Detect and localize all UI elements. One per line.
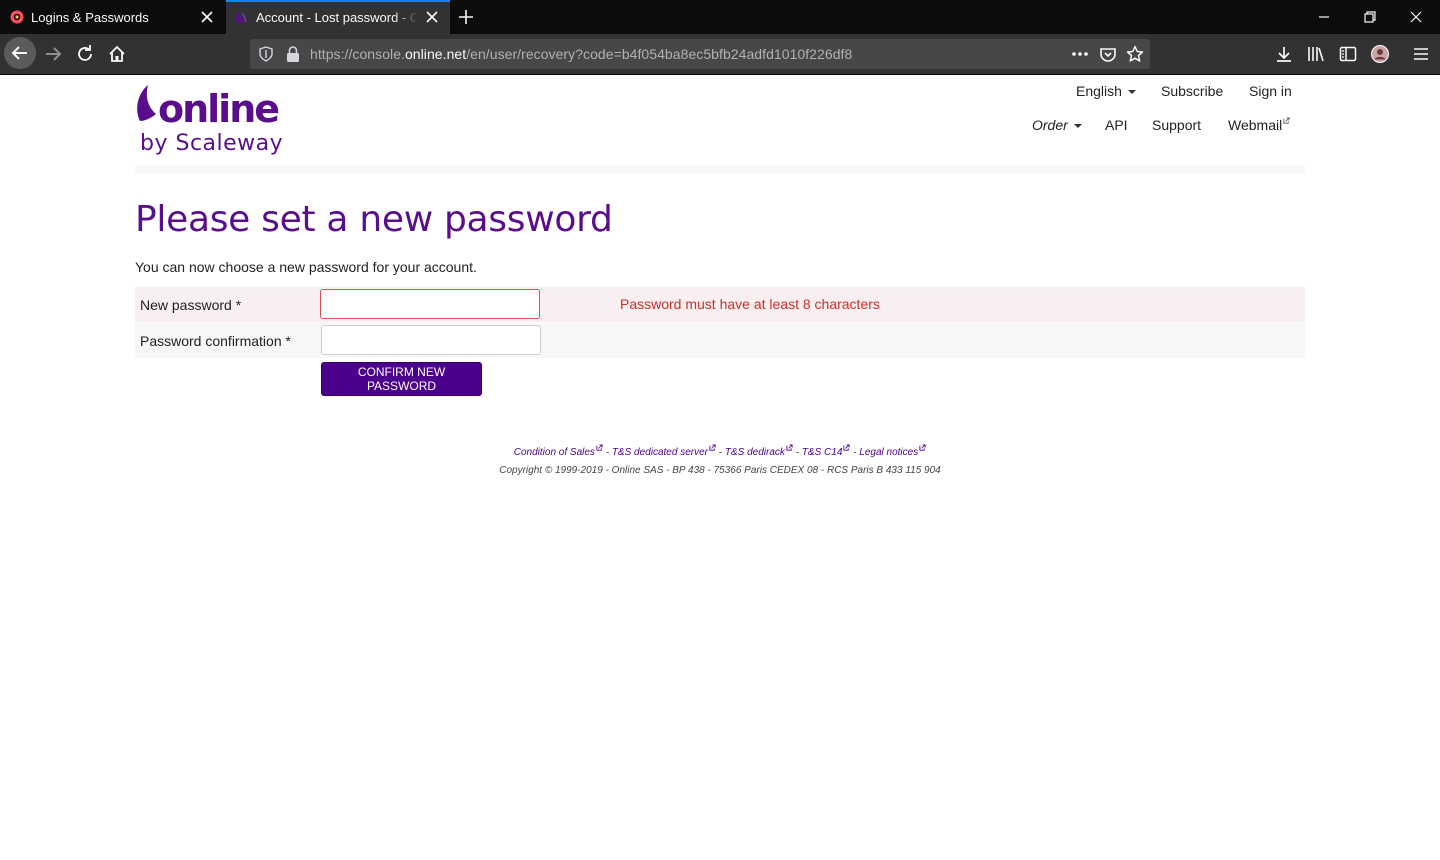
tab-lost-password[interactable]: Account - Lost password - Online <box>226 0 450 34</box>
pocket-icon[interactable] <box>1099 46 1117 64</box>
external-link-icon <box>786 444 793 451</box>
api-link[interactable]: API <box>1105 117 1128 133</box>
footer-link-ts-c14[interactable]: T&S C14 <box>802 444 851 458</box>
logo-subtitle: by Scaleway <box>140 131 283 156</box>
footer-link-condition-of-sales[interactable]: Condition of Sales <box>514 444 603 458</box>
footer-separator: - <box>602 447 612 459</box>
password-confirmation-row: Password confirmation * <box>135 323 1305 358</box>
page-content: online by Scaleway English Subscribe Sig… <box>0 75 1440 860</box>
forward-icon[interactable] <box>38 39 68 69</box>
tab-title: Logins & Passwords <box>31 10 149 25</box>
restore-icon[interactable] <box>1360 7 1380 27</box>
webmail-link[interactable]: Webmail <box>1228 117 1290 133</box>
reload-icon[interactable] <box>70 39 100 69</box>
new-password-input[interactable] <box>320 289 540 319</box>
language-dropdown[interactable]: English <box>1076 83 1136 99</box>
caret-down-icon <box>1073 124 1082 129</box>
footer-separator: - <box>716 447 725 459</box>
close-tab-icon[interactable] <box>424 9 440 25</box>
sign-in-link[interactable]: Sign in <box>1249 83 1292 99</box>
order-dropdown[interactable]: Order <box>1032 117 1082 133</box>
url-text[interactable]: https://console.online.net/en/user/recov… <box>310 46 852 62</box>
footer-link-ts-dedirack[interactable]: T&S dedirack <box>725 444 793 458</box>
more-icon[interactable] <box>1070 46 1090 62</box>
copyright-text: Copyright © 1999-2019 - Online SAS - BP … <box>499 465 941 476</box>
star-icon[interactable] <box>1126 45 1144 63</box>
header-divider <box>135 165 1305 173</box>
online-favicon-icon <box>236 11 247 23</box>
menu-icon[interactable] <box>1411 44 1431 64</box>
close-tab-icon[interactable] <box>199 9 215 25</box>
footer-separator: - <box>792 447 802 459</box>
footer-separator: - <box>850 447 860 459</box>
close-window-icon[interactable] <box>1406 7 1426 27</box>
shield-icon[interactable] <box>258 46 274 62</box>
lockwise-icon <box>10 10 24 24</box>
password-confirmation-label: Password confirmation * <box>140 333 291 349</box>
logo-wordmark: online <box>158 87 278 131</box>
navigation-toolbar: https://console.online.net/en/user/recov… <box>0 34 1440 75</box>
library-icon[interactable] <box>1306 44 1326 64</box>
new-password-row: New password * Password must have at lea… <box>135 287 1305 322</box>
footer-link-legal-notices[interactable]: Legal notices <box>859 444 926 458</box>
tab-logins-passwords[interactable]: Logins & Passwords <box>0 0 226 34</box>
external-link-icon <box>709 444 716 451</box>
external-link-icon <box>1283 117 1290 124</box>
minimize-icon[interactable] <box>1314 7 1334 27</box>
address-bar[interactable]: https://console.online.net/en/user/recov… <box>250 39 1150 69</box>
tab-title: Account - Lost password - Online <box>256 10 418 25</box>
back-icon[interactable] <box>5 38 35 68</box>
external-link-icon <box>919 444 926 451</box>
external-link-icon <box>596 444 603 451</box>
password-error-message: Password must have at least 8 characters <box>620 296 880 312</box>
new-tab-icon[interactable] <box>456 7 476 27</box>
password-confirmation-input[interactable] <box>321 325 541 355</box>
page-title: Please set a new password <box>135 199 613 240</box>
subscribe-link[interactable]: Subscribe <box>1161 83 1223 99</box>
support-link[interactable]: Support <box>1152 117 1201 133</box>
footer-links: Condition of Sales - T&S dedicated serve… <box>0 444 1440 458</box>
account-icon[interactable] <box>1370 44 1390 64</box>
confirm-new-password-button[interactable]: CONFIRM NEW PASSWORD <box>321 362 482 396</box>
tab-strip: Logins & Passwords Account - Lost passwo… <box>0 0 1440 34</box>
new-password-label: New password * <box>140 297 242 313</box>
intro-text: You can now choose a new password for yo… <box>135 259 477 275</box>
online-logo[interactable]: online by Scaleway <box>134 83 304 158</box>
download-icon[interactable] <box>1274 44 1294 64</box>
sidebar-icon[interactable] <box>1338 44 1358 64</box>
lock-icon[interactable] <box>286 46 300 62</box>
caret-down-icon <box>1127 90 1136 95</box>
home-icon[interactable] <box>102 39 132 69</box>
footer-link-ts-dedicated-server[interactable]: T&S dedicated server <box>612 444 716 458</box>
